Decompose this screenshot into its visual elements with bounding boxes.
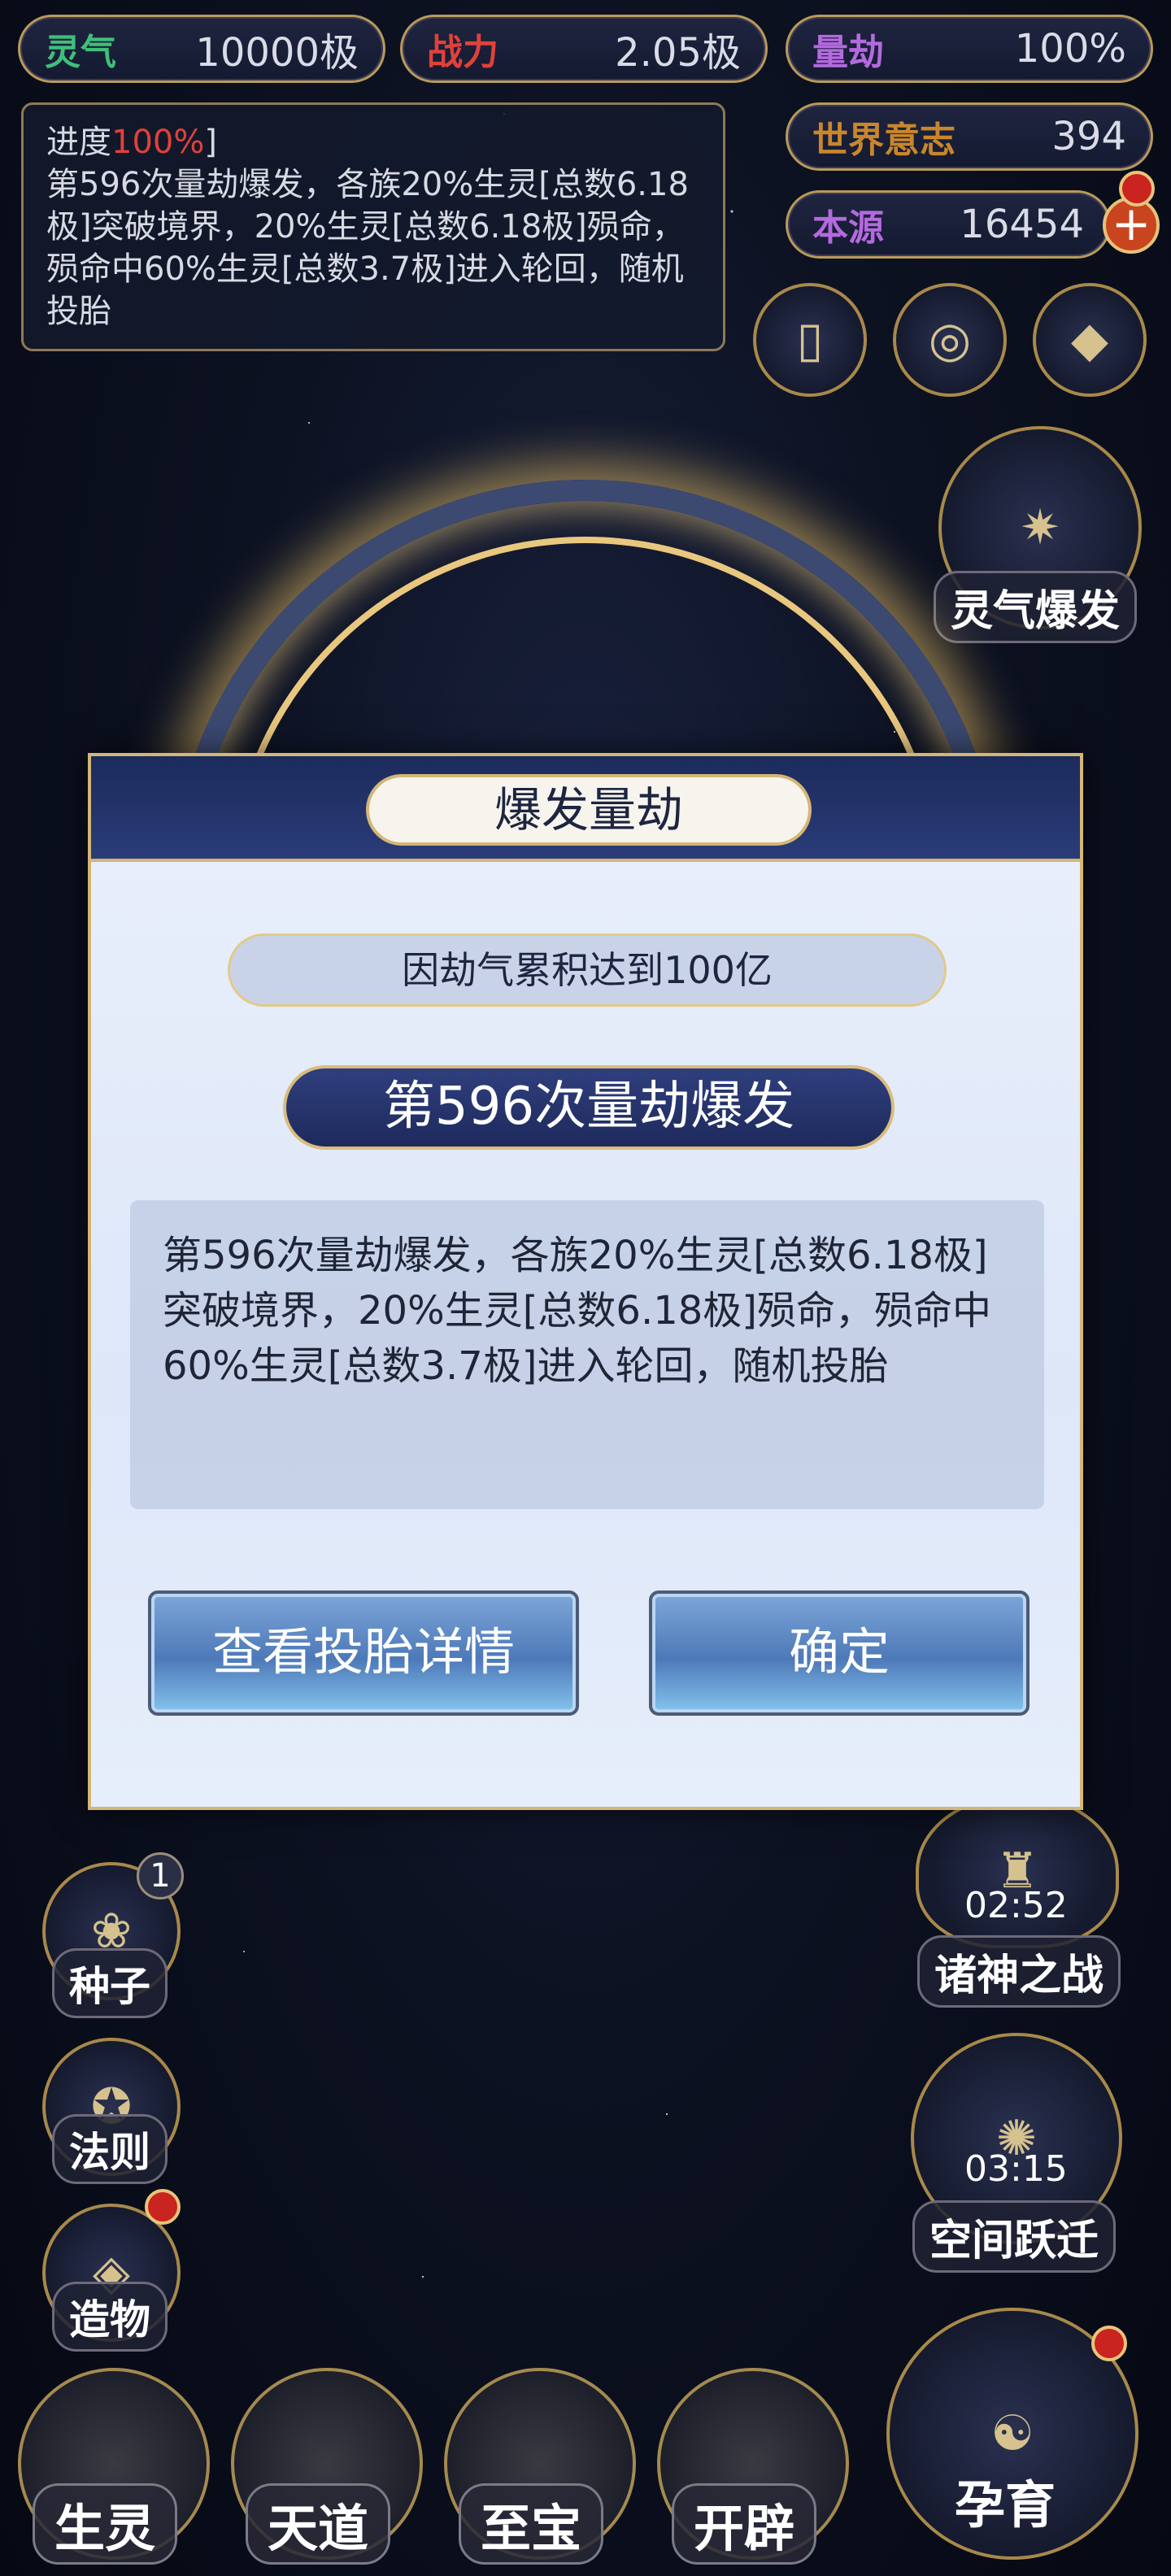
confirm-button[interactable]: 确定 [649,1590,1030,1716]
lingqi-baofa-label: 灵气爆发 [934,571,1138,643]
lingqi-label: 灵气 [45,32,116,73]
benyuan-label: 本源 [812,207,884,249]
shijie-value: 394 [1051,114,1126,159]
zhanli-stat[interactable]: 战力 2.05极 [400,15,768,83]
yunyu-notification-dot [1091,2326,1127,2361]
lingqi-value: 10000极 [195,30,359,76]
dialog-title: 爆发量劫 [366,774,812,846]
bottom-tab-shengling[interactable]: 生灵 [33,2483,178,2565]
bottom-tab-tiandao[interactable]: 天道 [246,2483,391,2565]
progress-text: 第596次量劫爆发，各族20%生灵[总数6.18极]突破境界，20%生灵[总数6… [46,166,689,330]
beast-icon[interactable]: ◆ [1033,283,1147,397]
progress-bracket: ] [204,124,217,161]
zhushen-label: 诸神之战 [917,1935,1121,2008]
dialog-banner: 第596次量劫爆发 [283,1065,895,1150]
kongjian-timer: 03:15 [964,2148,1068,2190]
progress-panel: 进度100%] 第596次量劫爆发，各族20%生灵[总数6.18极]突破境界，2… [21,102,725,351]
zhanli-label: 战力 [427,32,498,73]
card-icon[interactable]: ▯ [753,283,867,397]
zhanli-value: 2.05极 [615,30,741,76]
faze-label: 法则 [52,2114,168,2184]
seed-badge: 1 [137,1852,184,1899]
seed-label: 种子 [52,1948,168,2018]
liangjie-label: 量劫 [812,32,884,73]
progress-header: 进度100%] [46,121,700,163]
bottom-tab-zhibao[interactable]: 至宝 [459,2483,604,2565]
vortex-icon[interactable]: ◎ [893,283,1007,397]
zaowu-notification-dot [145,2189,181,2225]
benyuan-value: 16454 [960,202,1084,247]
bottom-tab-kaipi[interactable]: 开辟 [672,2483,817,2565]
yunyu-label: 孕育 [955,2475,1056,2535]
progress-percent: 100% [111,124,205,161]
eruption-dialog: 爆发量劫 因劫气累积达到100亿 第596次量劫爆发 第596次量劫爆发，各族2… [88,753,1083,1810]
shijie-stat[interactable]: 世界意志 394 [786,102,1153,171]
zhushen-timer: 02:52 [964,1885,1068,1926]
liangjie-value: 100% [1014,26,1126,72]
lingqi-stat[interactable]: 灵气 10000极 [18,15,385,83]
view-reincarnation-button[interactable]: 查看投胎详情 [148,1590,579,1716]
kongjian-label: 空间跃迁 [912,2200,1117,2273]
liangjie-stat[interactable]: 量劫 100% [786,15,1153,83]
dialog-reason: 因劫气累积达到100亿 [228,933,947,1007]
zaowu-label: 造物 [52,2282,168,2352]
dialog-detail: 第596次量劫爆发，各族20%生灵[总数6.18极]突破境界，20%生灵[总数6… [130,1200,1044,1509]
benyuan-stat[interactable]: 本源 16454 [786,190,1111,259]
notification-dot [1119,171,1155,207]
shijie-label: 世界意志 [812,120,956,161]
progress-label: 进度 [46,124,111,161]
